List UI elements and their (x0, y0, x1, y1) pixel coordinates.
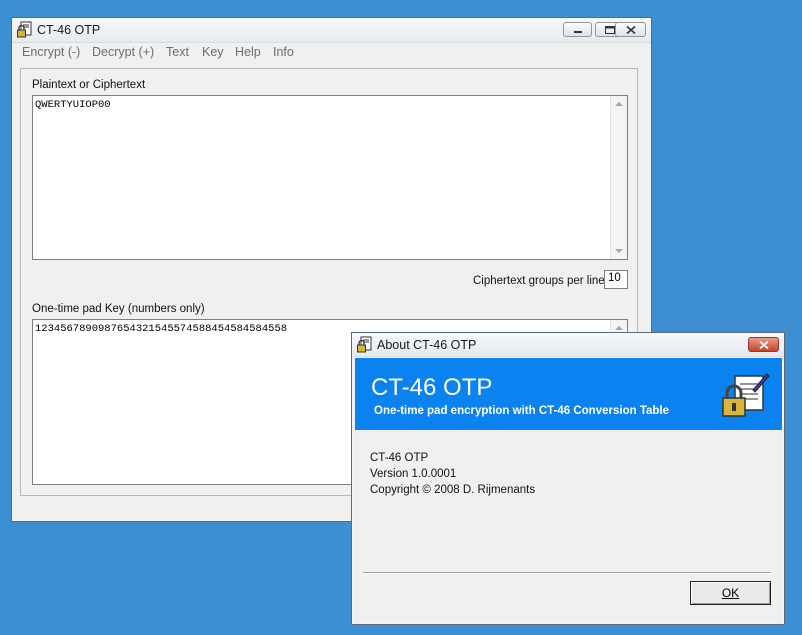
close-button[interactable] (615, 22, 646, 37)
padlock-document-icon (16, 21, 33, 38)
about-close-button[interactable] (748, 337, 779, 352)
product-name: CT-46 OTP (370, 452, 429, 464)
padlock-document-icon (356, 336, 373, 353)
about-title-bar[interactable]: About CT-46 OTP (352, 333, 784, 357)
key-value: 1234567890987654321545574588454584584558 (35, 323, 288, 335)
plaintext-label: Plaintext or Ciphertext (32, 79, 146, 91)
key-label: One-time pad Key (numbers only) (32, 303, 205, 315)
about-dialog: About CT-46 OTP CT-46 OTP One-time pad e… (351, 332, 785, 625)
menu-key[interactable]: Key (202, 45, 224, 59)
menu-text[interactable]: Text (166, 45, 189, 59)
dialog-separator (363, 572, 771, 574)
minimize-icon (574, 31, 582, 33)
menu-info[interactable]: Info (273, 45, 294, 59)
minimize-button[interactable] (563, 22, 592, 37)
groups-per-line-input[interactable]: 10 (604, 270, 628, 289)
scroll-up-icon[interactable] (615, 102, 623, 106)
menu-bar: Encrypt (-) Decrypt (+) Text Key Help In… (14, 43, 649, 63)
ok-button[interactable]: OK (690, 581, 771, 605)
plaintext-textarea[interactable]: QWERTYUIOP00 (32, 95, 628, 260)
banner-subtitle: One-time pad encryption with CT-46 Conve… (374, 405, 669, 417)
main-title-bar[interactable]: CT-46 OTP (12, 18, 651, 43)
scroll-down-icon[interactable] (615, 249, 623, 253)
ok-button-label: OK (721, 586, 740, 600)
groups-per-line-label: Ciphertext groups per line (473, 275, 605, 287)
about-banner: CT-46 OTP One-time pad encryption with C… (355, 358, 782, 430)
about-dialog-title: About CT-46 OTP (377, 338, 477, 352)
plaintext-value: QWERTYUIOP00 (35, 99, 111, 111)
main-window-title: CT-46 OTP (37, 23, 101, 37)
padlock-document-icon (719, 372, 771, 420)
banner-title: CT-46 OTP (371, 374, 493, 401)
copyright-text: Copyright © 2008 D. Rijmenants (370, 484, 536, 496)
groups-per-line-value: 10 (608, 272, 621, 284)
scroll-up-icon[interactable] (615, 326, 623, 330)
version-text: Version 1.0.0001 (370, 468, 457, 480)
plaintext-scrollbar[interactable] (610, 96, 627, 259)
close-icon (626, 25, 636, 35)
close-icon (759, 340, 769, 350)
menu-decrypt[interactable]: Decrypt (+) (92, 45, 154, 59)
menu-encrypt[interactable]: Encrypt (-) (22, 45, 80, 59)
menu-help[interactable]: Help (235, 45, 261, 59)
